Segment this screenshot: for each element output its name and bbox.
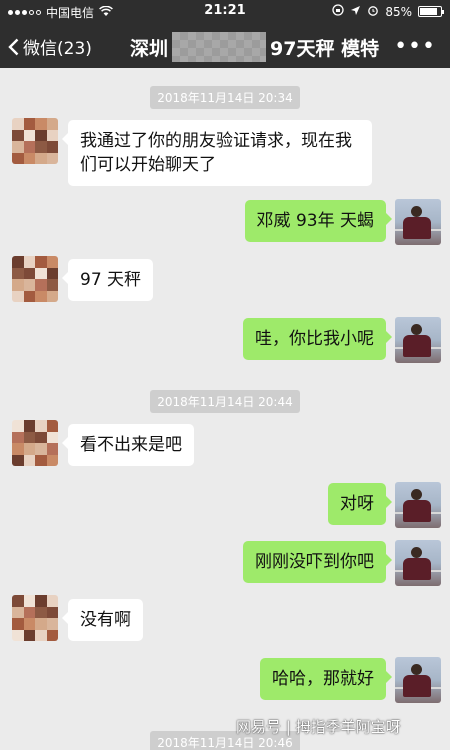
message-bubble-sent: 邓威 93年 天蝎 [244,200,393,242]
message-bubble-received: 我通过了你的朋友验证请求，现在我们可以开始聊天了 [62,120,372,186]
message-bubble-sent: 对呀 [328,483,392,525]
my-avatar[interactable] [395,317,441,363]
message-bubble-received: 97 天秤 [61,259,154,301]
my-avatar[interactable] [395,482,441,528]
message-bubble-sent: 哇，你比我小呢 [243,318,392,360]
top-bar: 中国电信 21:21 85% 微信(23) 深圳 97天秤 模特 ••• [0,0,450,68]
chat-title-suffix: 97天秤 模特 [270,37,380,60]
contact-avatar[interactable] [12,420,58,466]
timestamp: 2018年11月14日 20:34 [0,86,450,109]
chat-header: 微信(23) 深圳 97天秤 模特 ••• [0,26,450,66]
back-button[interactable]: 微信(23) [8,34,92,59]
battery-label: 85% [385,4,412,19]
chat-title: 深圳 97天秤 模特 [130,32,379,62]
message-bubble-sent: 刚刚没吓到你吧 [243,541,392,583]
contact-avatar[interactable] [12,256,58,302]
my-avatar[interactable] [395,657,441,703]
rotation-lock-icon [332,4,344,19]
my-avatar[interactable] [395,199,441,245]
message-bubble-received: 没有啊 [62,599,143,641]
battery-icon [418,6,444,17]
watermark: 网易号 | 拇指季羊阿宝呀 [236,718,401,736]
my-avatar[interactable] [395,540,441,586]
redacted-name [172,32,267,62]
contact-avatar[interactable] [12,118,58,164]
chat-title-prefix: 深圳 [130,37,169,60]
status-bar: 中国电信 21:21 85% [0,0,450,22]
timestamp: 2018年11月14日 20:44 [0,390,450,413]
message-bubble-sent: 哈哈，那就好 [260,658,392,700]
more-options-button[interactable]: ••• [394,36,436,58]
back-label: 微信(23) [23,39,92,59]
location-icon [350,5,361,19]
chevron-left-icon [8,38,19,55]
alarm-icon [367,4,379,19]
message-bubble-received: 看不出来是吧 [62,424,194,466]
contact-avatar[interactable] [12,595,58,641]
